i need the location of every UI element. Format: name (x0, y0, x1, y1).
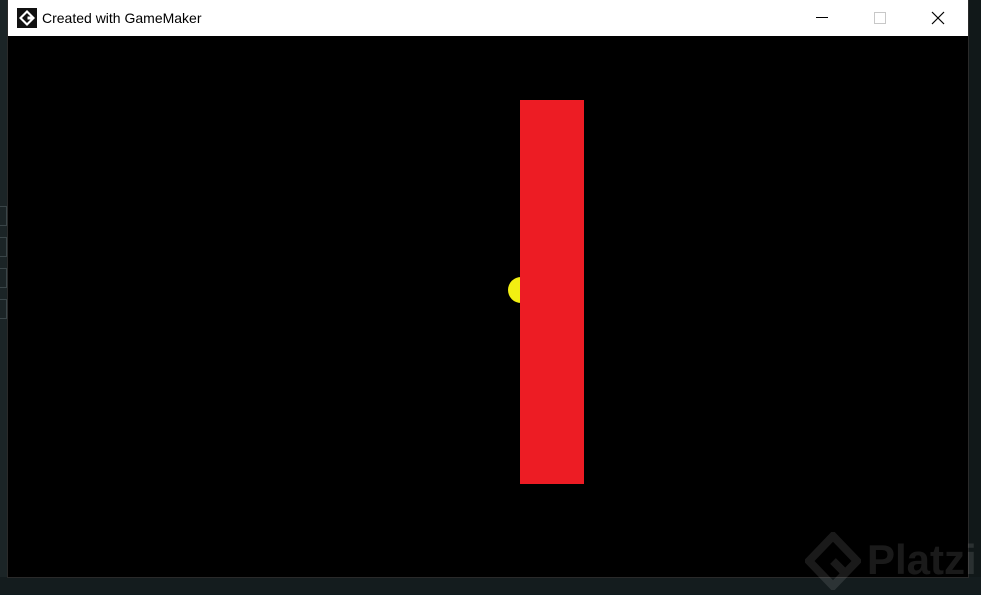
close-icon (931, 11, 945, 25)
game-canvas[interactable] (8, 36, 968, 577)
background-desktop-right (968, 0, 981, 594)
title-bar[interactable]: Created with GameMaker (8, 0, 968, 36)
background-ide-panel (0, 237, 7, 257)
window-title: Created with GameMaker (42, 10, 202, 26)
background-ide-panel (0, 268, 7, 288)
red-wall-obstacle (520, 100, 584, 484)
background-ide-panel (0, 299, 7, 319)
background-ide-strip (0, 0, 8, 594)
gamemaker-icon (17, 8, 37, 28)
minimize-icon (816, 17, 828, 18)
background-desktop-bottom (0, 577, 981, 594)
close-button[interactable] (909, 0, 967, 36)
maximize-icon (874, 12, 886, 24)
minimize-button[interactable] (793, 0, 851, 36)
background-ide-panel (0, 206, 7, 226)
maximize-button[interactable] (851, 0, 909, 36)
game-window: Created with GameMaker (8, 0, 968, 577)
